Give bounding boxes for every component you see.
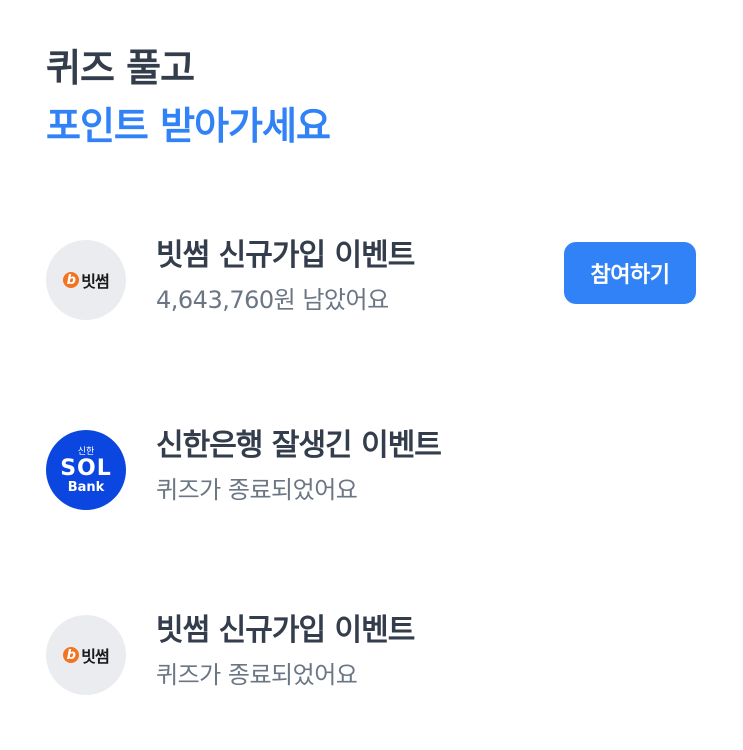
- shinhan-logo-bank-text: Bank: [67, 480, 105, 495]
- bithumb-logo: b 빗썸: [46, 240, 126, 320]
- bithumb-mark-icon: b: [63, 647, 80, 663]
- bithumb-logo-text: 빗썸: [81, 272, 109, 291]
- quiz-item-bithumb-signup-ended[interactable]: b 빗썸 빗썸 신규가입 이벤트 퀴즈가 종료되었어요: [46, 613, 696, 695]
- quiz-item-title: 빗썸 신규가입 이벤트: [156, 613, 415, 648]
- page-header: 퀴즈 풀고 포인트 받아가세요: [46, 44, 331, 150]
- bithumb-logo: b 빗썸: [46, 615, 126, 695]
- quiz-item-shinhan[interactable]: 신한 SOL Bank 신한은행 잘생긴 이벤트 퀴즈가 종료되었어요: [46, 428, 696, 510]
- shinhan-logo-sol-text: SOL: [60, 456, 112, 481]
- quiz-item-bithumb-signup[interactable]: b 빗썸 빗썸 신규가입 이벤트 4,643,760원 남았어요 참여하기: [46, 238, 696, 320]
- quiz-item-subtitle: 퀴즈가 종료되었어요: [156, 661, 358, 689]
- bithumb-mark-icon: b: [63, 272, 80, 288]
- page-title-line1: 퀴즈 풀고: [46, 46, 195, 90]
- quiz-item-title: 빗썸 신규가입 이벤트: [156, 238, 415, 273]
- quiz-item-subtitle: 퀴즈가 종료되었어요: [156, 476, 358, 504]
- quiz-item-title: 신한은행 잘생긴 이벤트: [156, 428, 442, 463]
- shinhan-sol-logo: 신한 SOL Bank: [46, 430, 126, 510]
- quiz-item-subtitle: 4,643,760원 남았어요: [156, 286, 389, 314]
- page-title-line2: 포인트 받아가세요: [46, 104, 331, 148]
- participate-button[interactable]: 참여하기: [564, 242, 696, 304]
- bithumb-logo-text: 빗썸: [81, 647, 109, 666]
